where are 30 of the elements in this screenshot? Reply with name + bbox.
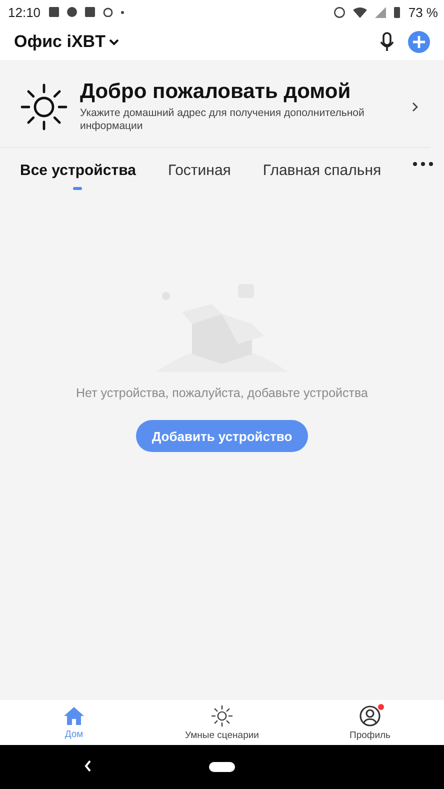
- sun-icon: [20, 82, 68, 130]
- welcome-title: Добро пожаловать домой: [80, 80, 352, 104]
- stopwatch-icon: [102, 7, 113, 17]
- battery-icon: [394, 6, 400, 18]
- wifi-icon: [353, 6, 368, 18]
- status-time: 12:10: [8, 4, 41, 20]
- home-selector[interactable]: Офис iXBT: [14, 32, 120, 52]
- dot-icon: [120, 10, 124, 14]
- nav-tab[interactable]: Умные сценарии: [148, 700, 296, 745]
- alarm-icon: [334, 6, 346, 18]
- profile-icon: [359, 704, 381, 726]
- add-icon[interactable]: [408, 31, 430, 53]
- home-pill[interactable]: [209, 762, 235, 772]
- battery-percent: 73 %: [408, 4, 438, 20]
- room-tab[interactable]: Главная спальня: [262, 162, 382, 179]
- welcome-subtitle: Укажите домашний адрес для получения дополнительной информации: [80, 107, 366, 133]
- microphone-icon[interactable]: [380, 32, 394, 52]
- app-icon: [66, 7, 77, 17]
- chevron-right-icon[interactable]: [412, 102, 418, 112]
- sun-icon: [211, 704, 233, 726]
- message-icon: [48, 7, 59, 17]
- room-tab[interactable]: Все устройства: [20, 162, 136, 190]
- signal-icon: [375, 6, 386, 18]
- empty-message: Нет устройства, пожалуйста, добавьте устройства: [76, 386, 368, 400]
- back-icon[interactable]: [84, 759, 92, 773]
- nav-tab[interactable]: Профиль: [296, 700, 444, 745]
- home-icon: [63, 706, 85, 726]
- more-icon[interactable]: [413, 162, 434, 166]
- chevron-down-icon: [109, 38, 120, 46]
- room-tab[interactable]: Гостиная: [168, 162, 231, 179]
